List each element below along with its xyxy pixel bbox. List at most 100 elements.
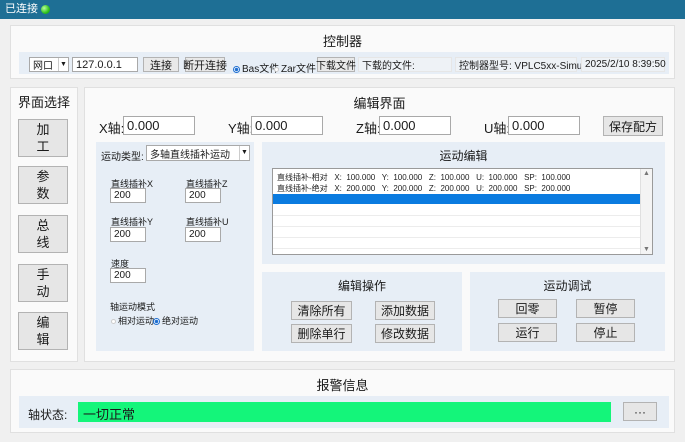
- axis-mode-label: 轴运动模式: [110, 302, 156, 312]
- z-axis-value: 0.000: [379, 116, 451, 135]
- y-axis-value: 0.000: [251, 116, 323, 135]
- nav-title: 界面选择: [17, 95, 70, 110]
- grid-line: [273, 248, 640, 249]
- controller-panel: 控制器 网口 ▼ 127.0.0.1 连接 断开连接 Bas文件 Zar文件 下…: [10, 25, 675, 79]
- nav-label-line2: 工: [36, 139, 50, 154]
- list-item[interactable]: 直线插补-相对 X: 100.000 Y: 100.000 Z: 100.000…: [273, 172, 652, 183]
- motion-debug-title: 运动调试: [543, 279, 592, 293]
- axis-status-label: 轴状态:: [28, 408, 68, 422]
- radio-unselected-icon: [111, 319, 116, 325]
- disconnect-button[interactable]: 断开连接: [183, 57, 227, 72]
- chevron-down-icon: ▼: [58, 58, 68, 71]
- motion-edit-title: 运动编辑: [439, 149, 488, 163]
- downloaded-file-label: 下载的文件:: [362, 61, 415, 72]
- interp-x-value: 200: [114, 190, 131, 201]
- x-axis-label: X轴:: [99, 121, 125, 136]
- relative-motion-label: 相对运动: [118, 316, 155, 326]
- nav-label-line2: 数: [36, 186, 50, 201]
- nav-button-params[interactable]: 参 数: [18, 166, 68, 204]
- chevron-down-icon: ▼: [239, 146, 249, 160]
- pause-button[interactable]: 暂停: [576, 299, 635, 318]
- controller-model-field: 控制器型号: VPLC5xx-Simu: [455, 57, 582, 72]
- connect-button[interactable]: 连接: [143, 57, 179, 72]
- nav-label-line2: 动: [36, 284, 50, 299]
- zar-file-label: Zar文件: [281, 64, 316, 75]
- interp-z-input[interactable]: 200: [185, 188, 221, 203]
- nav-label-line1: 参: [36, 169, 50, 184]
- motion-type-select[interactable]: 多轴直线插补运动 ▼: [146, 145, 250, 161]
- datetime-field: 2025/2/10 8:39:50: [581, 57, 666, 72]
- nav-button-bus[interactable]: 总 线: [18, 215, 68, 253]
- interp-u-input[interactable]: 200: [185, 227, 221, 242]
- motion-type-value: 多轴直线插补运动: [150, 149, 230, 161]
- y-axis-label: Y轴:: [228, 121, 254, 136]
- x-axis-value-text: 0.000: [127, 118, 160, 133]
- absolute-motion-radio[interactable]: 绝对运动: [153, 314, 198, 327]
- ip-address-value: 127.0.0.1: [76, 58, 122, 71]
- nav-button-manual[interactable]: 手 动: [18, 264, 68, 302]
- z-axis-label: Z轴:: [356, 121, 381, 136]
- ip-address-input[interactable]: 127.0.0.1: [72, 57, 138, 72]
- controller-title: 控制器: [322, 34, 362, 49]
- u-axis-value: 0.000: [508, 116, 580, 135]
- controller-toolbar: 网口 ▼ 127.0.0.1 连接 断开连接 Bas文件 Zar文件 下载文件 …: [19, 52, 669, 75]
- motion-type-label: 运动类型:: [101, 152, 144, 163]
- interp-y-input[interactable]: 200: [110, 227, 146, 242]
- downloaded-file-field: 下载的文件:: [358, 57, 452, 72]
- controller-model-text: 控制器型号: VPLC5xx-Simu: [459, 61, 583, 72]
- nav-label-line1: 手: [36, 267, 50, 282]
- stop-button[interactable]: 停止: [576, 323, 635, 342]
- alarm-panel: 报警信息: [10, 369, 675, 433]
- nav-button-process[interactable]: 加 工: [18, 119, 68, 157]
- nav-label-line2: 辑: [36, 332, 50, 347]
- connection-status-text: 已连接: [5, 3, 38, 15]
- interp-y-value: 200: [114, 229, 131, 240]
- list-item[interactable]: 直线插补-绝对 X: 200.000 Y: 200.000 Z: 200.000…: [273, 183, 652, 194]
- list-item-selected[interactable]: [273, 194, 640, 204]
- add-data-button[interactable]: 添加数据: [375, 301, 435, 320]
- grid-line: [273, 226, 640, 227]
- speed-input[interactable]: 200: [110, 268, 146, 283]
- interp-u-value: 200: [189, 229, 206, 240]
- delete-row-button[interactable]: 删除单行: [291, 324, 352, 343]
- grid-line: [273, 215, 640, 216]
- more-button[interactable]: ···: [623, 402, 657, 421]
- u-axis-label: U轴:: [484, 121, 511, 136]
- axis-status-value: 一切正常: [78, 402, 611, 422]
- zar-file-radio[interactable]: Zar文件: [274, 60, 316, 75]
- interp-z-value: 200: [189, 190, 206, 201]
- absolute-motion-label: 绝对运动: [162, 316, 199, 326]
- title-bar: 已连接: [0, 0, 685, 19]
- home-button[interactable]: 回零: [498, 299, 557, 318]
- vertical-scrollbar[interactable]: ▲ ▼: [640, 169, 652, 254]
- motion-edit-list[interactable]: 直线插补-相对 X: 100.000 Y: 100.000 Z: 100.000…: [272, 168, 653, 255]
- alarm-title: 报警信息: [316, 378, 369, 393]
- nav-label-line1: 加: [36, 122, 50, 137]
- scroll-down-icon[interactable]: ▼: [643, 246, 650, 253]
- modify-data-button[interactable]: 修改数据: [375, 324, 435, 343]
- run-button[interactable]: 运行: [498, 323, 557, 342]
- radio-selected-icon: [153, 318, 160, 326]
- grid-line: [273, 237, 640, 238]
- u-axis-value-text: 0.000: [512, 118, 545, 133]
- save-recipe-button[interactable]: 保存配方: [603, 116, 663, 136]
- nav-label-line1: 总: [36, 218, 50, 233]
- datetime-text: 2025/2/10 8:39:50: [585, 59, 666, 70]
- scroll-up-icon[interactable]: ▲: [643, 170, 650, 177]
- bas-file-radio[interactable]: Bas文件: [233, 60, 279, 75]
- interp-x-input[interactable]: 200: [110, 188, 146, 203]
- radio-selected-icon: [233, 65, 240, 73]
- editor-title: 编辑界面: [353, 96, 406, 111]
- nav-button-edit[interactable]: 编 辑: [18, 312, 68, 350]
- download-file-button[interactable]: 下载文件: [316, 57, 356, 72]
- connection-status-icon: [41, 5, 50, 14]
- speed-value: 200: [114, 270, 131, 281]
- x-axis-value: 0.000: [123, 116, 195, 135]
- connection-type-select[interactable]: 网口 ▼: [29, 57, 69, 72]
- edit-ops-title: 编辑操作: [337, 279, 386, 293]
- connection-type-value: 网口: [33, 61, 53, 72]
- nav-label-line1: 编: [36, 315, 50, 330]
- relative-motion-radio[interactable]: 相对运动: [111, 314, 154, 327]
- nav-label-line2: 线: [36, 235, 50, 250]
- clear-all-button[interactable]: 清除所有: [291, 301, 352, 320]
